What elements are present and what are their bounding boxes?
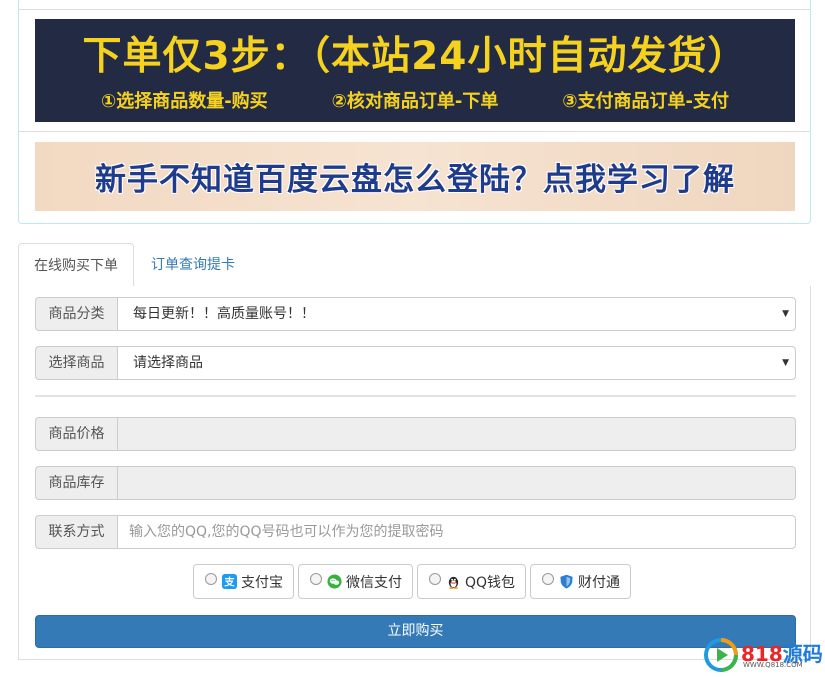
pay-wechat-label: 微信支付 <box>346 574 402 591</box>
stock-row: 商品库存 <box>35 466 796 500</box>
panel-divider <box>19 9 810 10</box>
contact-row: 联系方式 输入您的QQ,您的QQ号码也可以作为您的提取密码 <box>35 515 796 549</box>
pay-wechat-button[interactable]: 微信支付 <box>298 564 413 599</box>
category-select-value: 每日更新！！高质量账号！！ <box>133 306 315 322</box>
chevron-down-icon: ▼ <box>782 358 789 368</box>
pay-qqwallet-button[interactable]: QQ钱包 <box>417 564 527 599</box>
site-watermark: 818源码 WWW.Q818.COM <box>703 635 823 675</box>
order-steps-banner[interactable]: 下单仅3步：（本站24小时自动发货） ①选择商品数量-购买 ②核对商品订单-下单… <box>35 19 795 122</box>
purchase-form: 商品分类 每日更新！！高质量账号！！ ▼ 选择商品 请选择商品 ▼ 商品价格 商… <box>18 286 811 660</box>
pay-tenpay-button[interactable]: 财付通 <box>530 564 632 599</box>
category-label: 商品分类 <box>35 297 117 331</box>
banner-step-1: ①选择商品数量-购买 <box>100 91 268 112</box>
pay-alipay-label: 支付宝 <box>241 574 283 591</box>
tab-order-query[interactable]: 订单查询提卡 <box>136 243 250 287</box>
tenpay-shield-icon <box>559 574 574 589</box>
chevron-down-icon: ▼ <box>782 309 789 319</box>
alipay-icon: 支 <box>222 574 237 589</box>
pay-tenpay-label: 财付通 <box>578 574 621 591</box>
banner-headline: 下单仅3步：（本站24小时自动发货） <box>82 34 748 79</box>
product-select-value: 请选择商品 <box>133 355 203 371</box>
radio-qqwallet[interactable] <box>429 572 441 585</box>
banner-step-3: ③支付商品订单-支付 <box>562 91 729 112</box>
product-label: 选择商品 <box>35 346 117 380</box>
category-select[interactable]: 每日更新！！高质量账号！！ ▼ <box>117 297 796 331</box>
payment-methods: 支 支付宝 微信支付 QQ钱包 财付通 <box>193 564 632 599</box>
stock-label: 商品库存 <box>35 466 117 500</box>
help-banner-text: 新手不知道百度云盘怎么登陆？点我学习了解 <box>95 162 735 198</box>
form-divider <box>35 395 796 397</box>
wechat-icon <box>327 574 342 589</box>
watermark-url: WWW.Q818.COM <box>743 661 803 669</box>
play-logo-icon <box>704 638 738 672</box>
pay-alipay-button[interactable]: 支 支付宝 <box>193 564 294 599</box>
radio-alipay[interactable] <box>205 572 217 585</box>
qq-penguin-icon <box>446 574 461 589</box>
price-label: 商品价格 <box>35 417 117 451</box>
product-select[interactable]: 请选择商品 ▼ <box>117 346 796 380</box>
price-field <box>117 417 796 451</box>
contact-label: 联系方式 <box>35 515 117 549</box>
panel-divider <box>19 131 810 132</box>
login-help-banner[interactable]: 新手不知道百度云盘怎么登陆？点我学习了解 <box>35 142 795 211</box>
price-row: 商品价格 <box>35 417 796 451</box>
buy-now-button[interactable]: 立即购买 <box>35 615 796 648</box>
radio-wechat[interactable] <box>310 572 322 585</box>
contact-input[interactable]: 输入您的QQ,您的QQ号码也可以作为您的提取密码 <box>117 515 796 549</box>
pay-qqwallet-label: QQ钱包 <box>465 574 516 591</box>
radio-tenpay[interactable] <box>542 572 555 585</box>
svg-text:支: 支 <box>223 576 235 589</box>
stock-field <box>117 466 796 500</box>
category-row: 商品分类 每日更新！！高质量账号！！ ▼ <box>35 297 796 331</box>
banner-step-2: ②核对商品订单-下单 <box>331 91 499 112</box>
banner-steps-row: ①选择商品数量-购买 ②核对商品订单-下单 ③支付商品订单-支付 <box>35 87 795 113</box>
order-tabs: 在线购买下单 订单查询提卡 <box>18 243 811 288</box>
announcement-panel: 下单仅3步：（本站24小时自动发货） ①选择商品数量-购买 ②核对商品订单-下单… <box>18 0 811 224</box>
product-row: 选择商品 请选择商品 ▼ <box>35 346 796 380</box>
tab-online-purchase[interactable]: 在线购买下单 <box>18 243 134 288</box>
